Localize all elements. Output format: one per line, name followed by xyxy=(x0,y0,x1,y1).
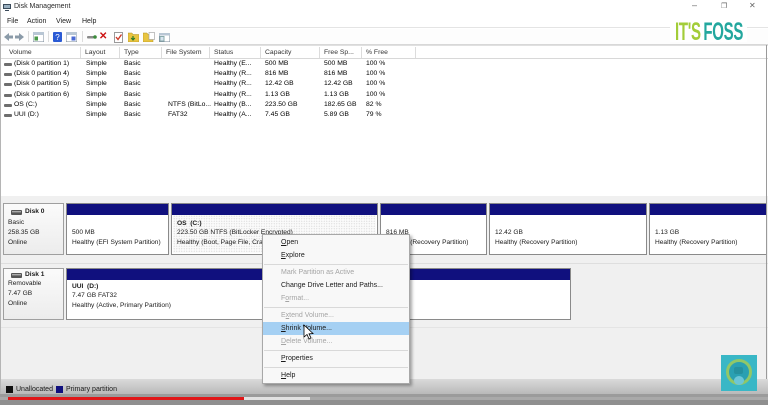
svg-text:?: ? xyxy=(55,33,60,42)
